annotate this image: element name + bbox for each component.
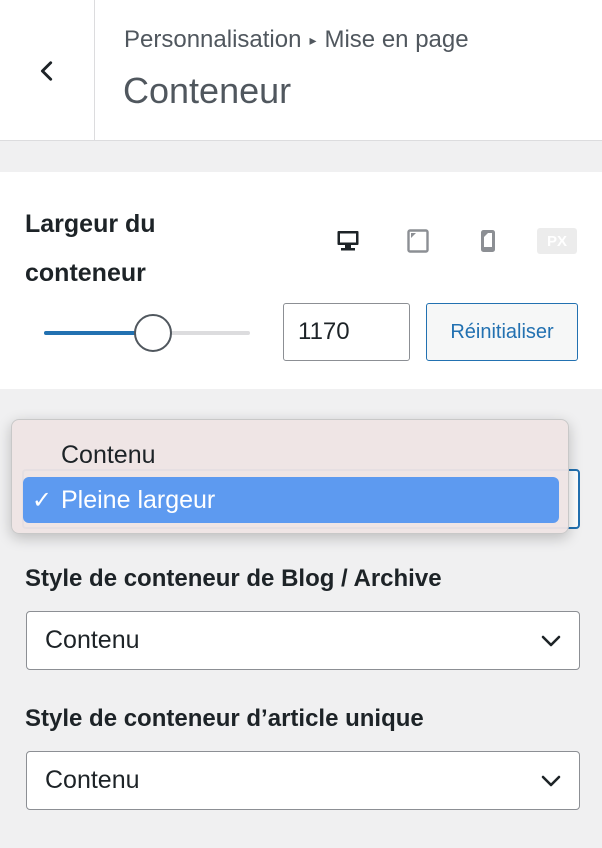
slider-thumb[interactable] (134, 314, 172, 352)
desktop-icon (337, 231, 359, 251)
back-button[interactable] (0, 0, 95, 141)
container-width-input[interactable] (283, 303, 410, 361)
breadcrumb-current: Mise en page (324, 26, 469, 53)
tablet-icon (407, 229, 429, 253)
chevron-left-icon (40, 60, 53, 81)
option-label: Pleine largeur (61, 485, 216, 514)
container-width-control: Largeur du conteneur PX 1170 Réinitialis… (0, 172, 602, 389)
device-switcher: PX (335, 228, 577, 254)
dropdown-option-contenu[interactable]: Contenu (23, 432, 559, 478)
unit-badge[interactable]: PX (537, 228, 577, 254)
page-title: Conteneur (123, 70, 292, 111)
breadcrumb-parent: Personnalisation (124, 26, 302, 53)
mobile-icon (481, 230, 495, 252)
check-icon: ✓ (31, 486, 52, 514)
device-tablet-button[interactable] (405, 228, 431, 254)
single-article-value: Contenu (45, 766, 140, 794)
dropdown-option-pleine-largeur[interactable]: ✓ Pleine largeur (23, 477, 559, 523)
option-label: Contenu (61, 440, 156, 469)
chevron-down-icon (541, 635, 561, 646)
blog-archive-label: Style de conteneur de Blog / Archive (25, 565, 442, 592)
blog-archive-value: Contenu (45, 626, 140, 654)
customizer-header: Personnalisation ▸ Mise en page Conteneu… (0, 0, 602, 141)
single-article-select[interactable]: Contenu (26, 751, 580, 810)
container-width-slider[interactable] (44, 313, 250, 353)
reset-button[interactable]: Réinitialiser (426, 303, 578, 361)
chevron-down-icon (541, 775, 561, 786)
container-width-label: Largeur du conteneur (25, 210, 156, 287)
container-layout-dropdown: Contenu ✓ Pleine largeur (11, 419, 569, 534)
breadcrumb: Personnalisation ▸ Mise en page (124, 26, 469, 54)
device-mobile-button[interactable] (475, 228, 501, 254)
breadcrumb-separator-icon: ▸ (309, 31, 317, 48)
blog-archive-select[interactable]: Contenu (26, 611, 580, 670)
device-desktop-button[interactable] (335, 228, 361, 254)
single-article-label: Style de conteneur d’article unique (25, 705, 424, 732)
